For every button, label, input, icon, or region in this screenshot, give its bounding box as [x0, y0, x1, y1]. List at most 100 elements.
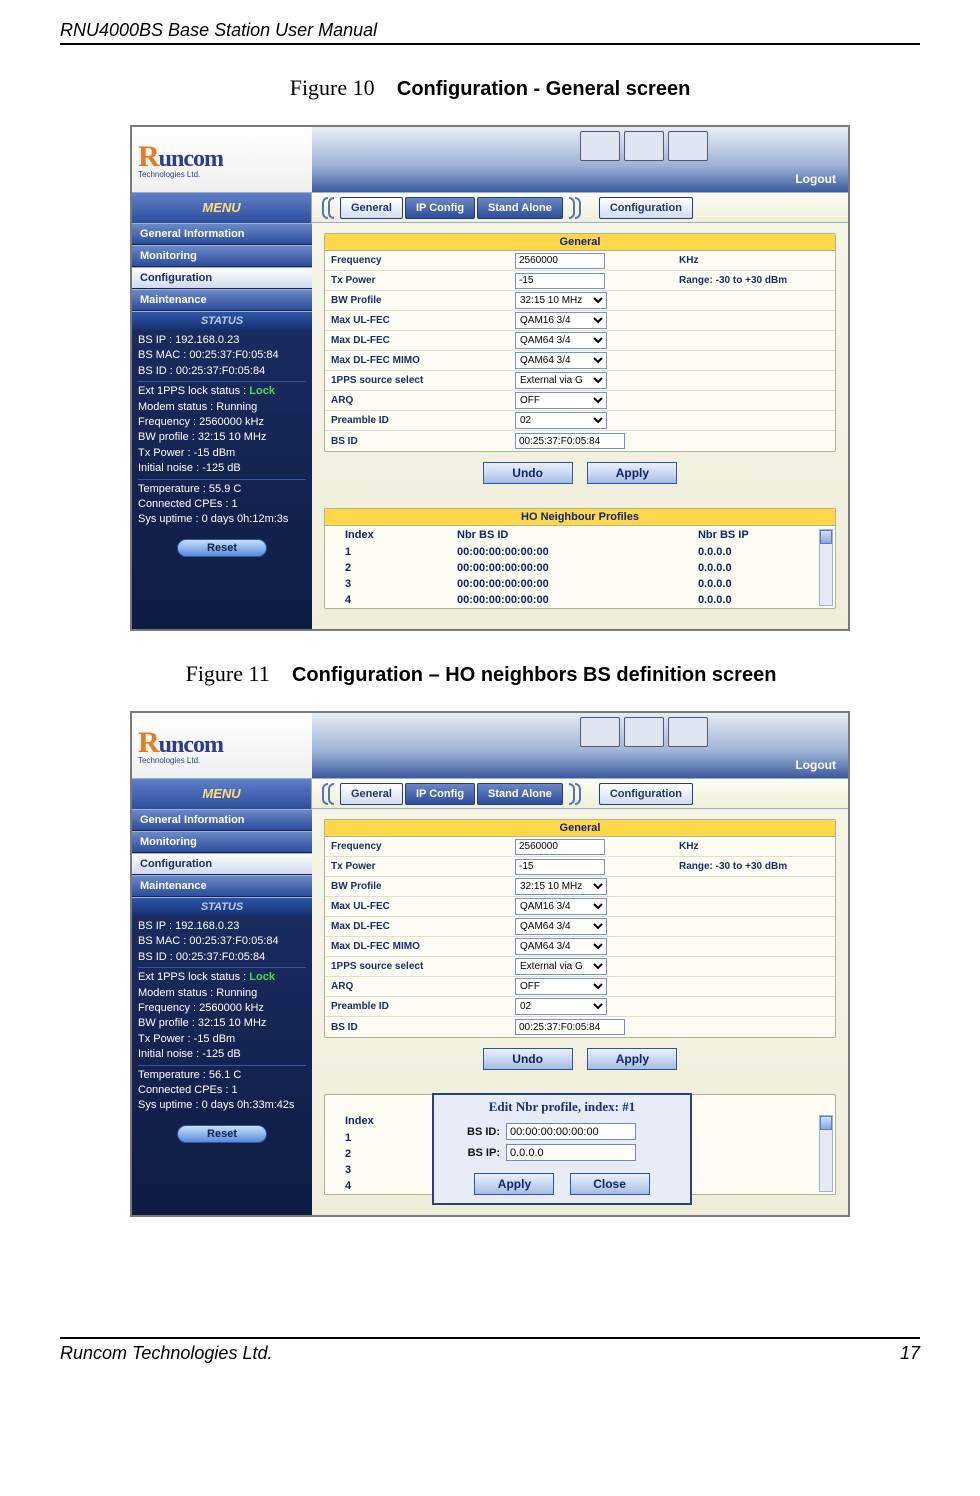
header-icon-1 — [580, 131, 620, 161]
logo: Runcom Technologies Ltd. — [132, 713, 312, 778]
tab-general[interactable]: General — [340, 783, 403, 805]
cfg-label-1pps-source: 1PPS source select — [325, 375, 515, 386]
sidebar-item-configuration[interactable]: Configuration — [132, 267, 312, 289]
status-heading: STATUS — [132, 897, 312, 916]
cfg-select-max-ul-fec[interactable]: QAM16 3/4 — [515, 898, 607, 915]
cfg-input-bs-id[interactable] — [515, 433, 625, 449]
tab-general[interactable]: General — [340, 197, 403, 219]
popup-title: Edit Nbr profile, index: #1 — [434, 1095, 690, 1119]
cfg-select-1pps-source[interactable]: External via G — [515, 372, 607, 389]
cfg-input-frequency[interactable] — [515, 839, 605, 855]
cfg-select-arq[interactable]: OFF — [515, 392, 607, 409]
status-bs-mac: BS MAC : 00:25:37:F0:05:84 — [138, 348, 306, 363]
tab-ip-config[interactable]: IP Config — [405, 197, 475, 219]
cfg-label-max-dl-fec: Max DL-FEC — [325, 335, 515, 346]
ho-row[interactable]: 400:00:00:00:00:000.0.0.0 — [325, 592, 835, 608]
cfg-label-tx-power: Tx Power — [325, 861, 515, 872]
logout-link[interactable]: Logout — [795, 172, 836, 186]
ho-panel-title: HO Neighbour Profiles — [325, 509, 835, 526]
cfg-label-max-dl-fec-mimo: Max DL-FEC MIMO — [325, 355, 515, 366]
reset-button[interactable]: Reset — [177, 539, 267, 557]
header-icon-3 — [668, 131, 708, 161]
ho-col-nbr-bs-id: Nbr BS ID — [437, 526, 678, 544]
ho-row[interactable]: 300:00:00:00:00:000.0.0.0 — [325, 576, 835, 592]
status-bw-profile: BW profile : 32:15 10 MHz — [138, 1016, 306, 1031]
ho-col-index: Index — [325, 526, 437, 544]
tab-ip-config[interactable]: IP Config — [405, 783, 475, 805]
cfg-select-preamble-id[interactable]: 02 — [515, 998, 607, 1015]
cfg-select-max-ul-fec[interactable]: QAM16 3/4 — [515, 312, 607, 329]
popup-input-bs-id[interactable] — [506, 1123, 636, 1140]
cfg-unit-frequency: KHz — [675, 255, 698, 266]
screenshot-fig10: RRuncomuncom Technologies Ltd. Logout ME… — [130, 125, 850, 631]
cfg-select-bw-profile[interactable]: 32:15 10 MHz — [515, 878, 607, 895]
undo-button[interactable]: Undo — [483, 1048, 573, 1070]
header-icon-3 — [668, 717, 708, 747]
popup-input-bs-ip[interactable] — [506, 1144, 636, 1161]
menu-heading: MENU — [132, 193, 312, 223]
cfg-label-preamble-id: Preamble ID — [325, 1001, 515, 1012]
tab-configuration-indicator: Configuration — [599, 197, 693, 219]
sidebar-item-configuration[interactable]: Configuration — [132, 853, 312, 875]
cfg-select-bw-profile[interactable]: 32:15 10 MHz — [515, 292, 607, 309]
cfg-select-arq[interactable]: OFF — [515, 978, 607, 995]
logout-link[interactable]: Logout — [795, 758, 836, 772]
cfg-select-max-dl-fec[interactable]: QAM64 3/4 — [515, 918, 607, 935]
figure-11-caption: Figure 11 Configuration – HO neighbors B… — [42, 661, 920, 687]
status-ext-1pps: Ext 1PPS lock status : Lock — [138, 970, 306, 985]
status-initial-noise: Initial noise : -125 dB — [138, 1047, 306, 1062]
sidebar-item-monitoring[interactable]: Monitoring — [132, 245, 312, 267]
cfg-input-bs-id[interactable] — [515, 1019, 625, 1035]
cfg-label-max-dl-fec-mimo: Max DL-FEC MIMO — [325, 941, 515, 952]
ho-scrollbar[interactable] — [819, 1115, 833, 1192]
undo-button[interactable]: Undo — [483, 462, 573, 484]
popup-apply-button[interactable]: Apply — [474, 1173, 554, 1195]
cfg-input-tx-power[interactable] — [515, 273, 605, 289]
status-sys-uptime: Sys uptime : 0 days 0h:33m:42s — [138, 1098, 306, 1113]
cfg-input-frequency[interactable] — [515, 253, 605, 269]
sidebar-item-monitoring[interactable]: Monitoring — [132, 831, 312, 853]
tab-stand-alone[interactable]: Stand Alone — [477, 783, 563, 805]
sidebar-item-general-info[interactable]: General Information — [132, 809, 312, 831]
status-bs-id: BS ID : 00:25:37:F0:05:84 — [138, 364, 306, 379]
ho-row[interactable]: 200:00:00:00:00:000.0.0.0 — [325, 560, 835, 576]
ho-row[interactable]: 100:00:00:00:00:000.0.0.0 — [325, 544, 835, 560]
cfg-input-tx-power[interactable] — [515, 859, 605, 875]
apply-button[interactable]: Apply — [587, 462, 677, 484]
status-bs-mac: BS MAC : 00:25:37:F0:05:84 — [138, 934, 306, 949]
cfg-label-max-dl-fec: Max DL-FEC — [325, 921, 515, 932]
status-frequency: Frequency : 2560000 kHz — [138, 415, 306, 430]
status-modem: Modem status : Running — [138, 400, 306, 415]
figure-11-number: Figure 11 — [186, 661, 270, 686]
figure-11-title: Configuration – HO neighbors BS definiti… — [292, 664, 776, 686]
status-bs-ip: BS IP : 192.168.0.23 — [138, 919, 306, 934]
cfg-select-max-dl-fec-mimo[interactable]: QAM64 3/4 — [515, 938, 607, 955]
edit-nbr-profile-dialog: Edit Nbr profile, index: #1 BS ID: BS IP… — [432, 1093, 692, 1205]
tab-stand-alone[interactable]: Stand Alone — [477, 197, 563, 219]
reset-button[interactable]: Reset — [177, 1125, 267, 1143]
header-icon-2 — [624, 131, 664, 161]
cfg-label-bw-profile: BW Profile — [325, 295, 515, 306]
cfg-select-1pps-source[interactable]: External via G — [515, 958, 607, 975]
cfg-select-max-dl-fec[interactable]: QAM64 3/4 — [515, 332, 607, 349]
cfg-label-arq: ARQ — [325, 981, 515, 992]
cfg-label-tx-power: Tx Power — [325, 275, 515, 286]
status-initial-noise: Initial noise : -125 dB — [138, 461, 306, 476]
sidebar-item-general-info[interactable]: General Information — [132, 223, 312, 245]
cfg-select-max-dl-fec-mimo[interactable]: QAM64 3/4 — [515, 352, 607, 369]
popup-close-button[interactable]: Close — [570, 1173, 650, 1195]
sidebar-item-maintenance[interactable]: Maintenance — [132, 289, 312, 311]
cfg-label-max-ul-fec: Max UL-FEC — [325, 315, 515, 326]
apply-button[interactable]: Apply — [587, 1048, 677, 1070]
status-tx-power: Tx Power : -15 dBm — [138, 1032, 306, 1047]
cfg-unit-tx-power: Range: -30 to +30 dBm — [675, 275, 787, 286]
status-modem: Modem status : Running — [138, 986, 306, 1001]
ho-col-nbr-bs-ip: Nbr BS IP — [678, 526, 835, 544]
sidebar-item-maintenance[interactable]: Maintenance — [132, 875, 312, 897]
general-panel-title: General — [325, 820, 835, 837]
tab-bracket-right-icon — [565, 783, 583, 805]
footer-left: Runcom Technologies Ltd. — [60, 1343, 272, 1364]
cfg-select-preamble-id[interactable]: 02 — [515, 412, 607, 429]
ho-scrollbar[interactable] — [819, 529, 833, 606]
popup-label-bs-id: BS ID: — [444, 1126, 500, 1138]
